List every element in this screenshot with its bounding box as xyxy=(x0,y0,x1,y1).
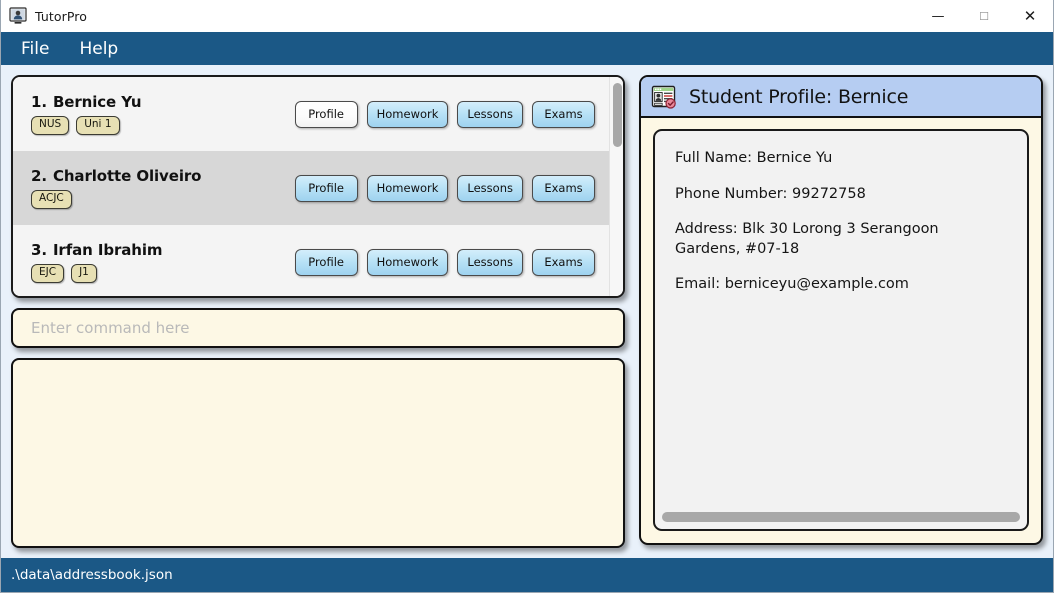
maximize-icon: ☐ xyxy=(979,9,989,23)
student-name: 1. Bernice Yu xyxy=(31,93,295,111)
application-window: TutorPro — ☐ ✕ File Help 1. Bernice Yu N… xyxy=(0,0,1054,593)
phone-number-field: Phone Number: 99272758 xyxy=(675,185,866,202)
lessons-button[interactable]: Lessons xyxy=(457,174,523,202)
window-controls: — ☐ ✕ xyxy=(915,0,1053,32)
app-tutor-icon xyxy=(9,7,27,25)
student-name-text: Bernice Yu xyxy=(52,93,142,112)
student-detail-panel: Student Profile: Bernice Full Name: Bern… xyxy=(639,75,1043,545)
maximize-button[interactable]: ☐ xyxy=(961,0,1007,32)
homework-button[interactable]: Homework xyxy=(366,174,449,202)
scrollbar-thumb[interactable] xyxy=(613,83,622,147)
student-list-item[interactable]: 2. Charlotte Oliveiro ACJC Profile Homewo… xyxy=(13,151,609,225)
profile-button[interactable]: Profile xyxy=(294,248,358,276)
student-tags: ACJC xyxy=(31,190,295,209)
homework-button[interactable]: Homework xyxy=(366,100,449,128)
close-button[interactable]: ✕ xyxy=(1007,0,1053,32)
student-name: 3. Irfan Ibrahim xyxy=(31,241,295,259)
student-profile-card: Full Name: Bernice Yu Phone Number: 9927… xyxy=(653,129,1029,531)
left-column: 1. Bernice Yu NUS Uni 1 Profile Homework … xyxy=(11,75,625,548)
status-bar-path: .\data\addressbook.json xyxy=(11,567,173,583)
student-action-buttons: Profile Homework Lessons Exams xyxy=(294,248,595,276)
status-bar: .\data\addressbook.json xyxy=(1,558,1053,592)
full-name-field: Full Name: Bernice Yu xyxy=(675,150,833,166)
student-index: 3. xyxy=(31,241,47,260)
lessons-button[interactable]: Lessons xyxy=(457,100,523,128)
student-info: 2. Charlotte Oliveiro ACJC xyxy=(31,167,295,209)
student-info: 1. Bernice Yu NUS Uni 1 xyxy=(31,93,295,135)
window-title: TutorPro xyxy=(35,8,87,24)
minimize-button[interactable]: — xyxy=(915,0,961,32)
exams-button[interactable]: Exams xyxy=(532,248,595,276)
command-input[interactable]: Enter command here xyxy=(11,308,625,348)
contact-card-icon xyxy=(651,84,677,110)
student-list: 1. Bernice Yu NUS Uni 1 Profile Homework … xyxy=(13,77,609,296)
student-action-buttons: Profile Homework Lessons Exams xyxy=(294,100,595,128)
detail-panel-title: Student Profile: Bernice xyxy=(689,85,909,108)
student-name: 2. Charlotte Oliveiro xyxy=(31,167,295,185)
homework-button[interactable]: Homework xyxy=(366,248,449,276)
scrollbar-thumb[interactable] xyxy=(662,512,1020,522)
address-field: Address: Blk 30 Lorong 3 Serangoon Garde… xyxy=(675,221,939,257)
student-tag: Uni 1 xyxy=(76,116,120,135)
profile-button[interactable]: Profile xyxy=(294,174,358,202)
result-display xyxy=(11,358,625,548)
student-info: 3. Irfan Ibrahim EJC J1 xyxy=(31,241,295,283)
student-tags: EJC J1 xyxy=(31,264,295,283)
detail-panel-body: Full Name: Bernice Yu Phone Number: 9927… xyxy=(641,118,1041,543)
title-bar: TutorPro — ☐ ✕ xyxy=(1,0,1053,32)
main-content: 1. Bernice Yu NUS Uni 1 Profile Homework … xyxy=(1,65,1053,558)
minimize-icon: — xyxy=(931,8,945,24)
student-tag: EJC xyxy=(31,264,65,283)
student-tag: J1 xyxy=(71,264,97,283)
exams-button[interactable]: Exams xyxy=(532,174,595,202)
menu-bar: File Help xyxy=(1,32,1053,65)
student-action-buttons: Profile Homework Lessons Exams xyxy=(294,174,595,202)
command-input-placeholder: Enter command here xyxy=(31,319,190,337)
student-name-text: Irfan Ibrahim xyxy=(52,241,163,260)
lessons-button[interactable]: Lessons xyxy=(457,248,523,276)
student-list-item[interactable]: 1. Bernice Yu NUS Uni 1 Profile Homework … xyxy=(13,77,609,151)
student-tags: NUS Uni 1 xyxy=(31,116,295,135)
profile-fields: Full Name: Bernice Yu Phone Number: 9927… xyxy=(655,131,1027,510)
student-name-text: Charlotte Oliveiro xyxy=(52,167,202,186)
student-tag: NUS xyxy=(31,116,70,135)
email-field: Email: berniceyu@example.com xyxy=(675,276,909,293)
student-tag: ACJC xyxy=(31,190,72,209)
student-index: 2. xyxy=(31,167,47,186)
student-list-item[interactable]: 3. Irfan Ibrahim EJC J1 Profile Homework … xyxy=(13,225,609,296)
right-column: Student Profile: Bernice Full Name: Bern… xyxy=(639,75,1043,548)
menu-item-help[interactable]: Help xyxy=(75,37,122,61)
exams-button[interactable]: Exams xyxy=(532,100,595,128)
student-index: 1. xyxy=(31,93,47,112)
profile-button[interactable]: Profile xyxy=(294,100,358,128)
menu-item-file[interactable]: File xyxy=(17,37,53,61)
profile-horizontal-scrollbar[interactable] xyxy=(659,510,1023,525)
close-icon: ✕ xyxy=(1023,6,1037,25)
detail-panel-header: Student Profile: Bernice xyxy=(641,77,1041,118)
student-list-scrollbar[interactable] xyxy=(609,77,623,296)
student-list-panel: 1. Bernice Yu NUS Uni 1 Profile Homework … xyxy=(11,75,625,298)
